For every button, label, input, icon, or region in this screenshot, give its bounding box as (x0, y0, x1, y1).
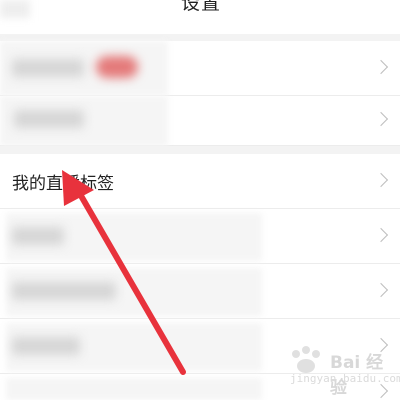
blurred-back-area (0, 0, 30, 18)
chevron-right-icon (373, 59, 389, 75)
section-gap (0, 34, 400, 41)
paw-logo-icon (292, 346, 320, 373)
chevron-right-icon (373, 111, 389, 127)
blurred-label (14, 110, 84, 128)
baidu-jingyan-watermark: Bai 经验 jingyan.baidu.com (282, 342, 400, 400)
settings-row-live-tags[interactable]: 我的直播标签 (0, 154, 400, 209)
chevron-right-icon (373, 282, 389, 298)
blurred-label (12, 227, 64, 245)
watermark-url: jingyan.baidu.com (290, 372, 400, 385)
chevron-right-icon (373, 172, 389, 188)
blurred-label (12, 337, 80, 355)
blurred-label (12, 282, 116, 300)
settings-row-5[interactable] (0, 264, 400, 319)
section-gap (0, 146, 400, 154)
settings-row-1[interactable] (0, 41, 400, 96)
settings-row-4[interactable] (0, 209, 400, 264)
blurred-badge (96, 56, 138, 78)
blurred-overlay (6, 378, 262, 400)
chevron-right-icon (373, 227, 389, 243)
settings-header: 设置 (0, 0, 400, 34)
live-tags-label: 我的直播标签 (12, 174, 114, 194)
blurred-label (12, 59, 84, 77)
settings-row-2[interactable] (0, 96, 400, 146)
page-title: 设置 (181, 0, 222, 14)
